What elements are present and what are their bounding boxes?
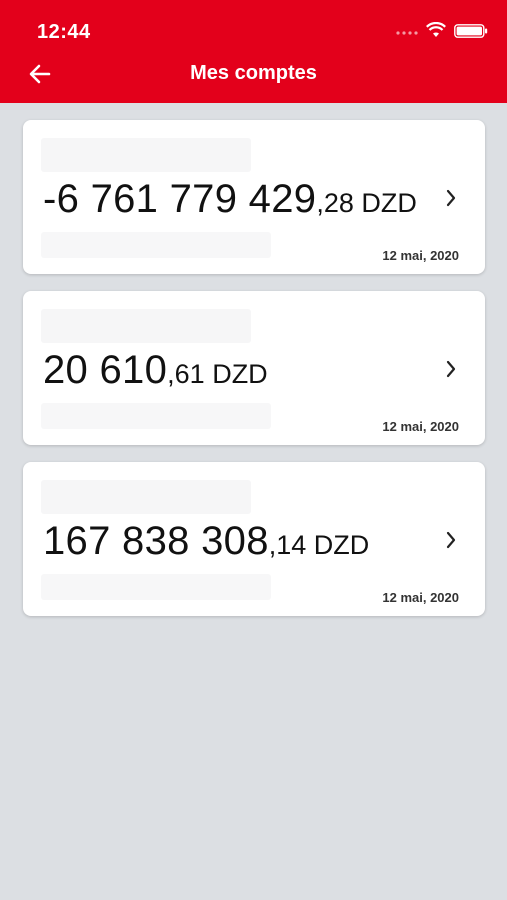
status-bar: 12:44 xyxy=(0,0,507,50)
account-card[interactable]: 167 838 308,14 DZD 12 mai, 2020 xyxy=(23,462,485,616)
balance-integer: -6 761 779 429 xyxy=(43,177,317,221)
account-balance: 20 610,61 DZD xyxy=(43,348,268,393)
account-balance: 167 838 308,14 DZD xyxy=(43,519,369,564)
wifi-icon xyxy=(426,22,446,37)
account-balance: -6 761 779 429,28 DZD xyxy=(43,177,417,222)
account-card[interactable]: 20 610,61 DZD 12 mai, 2020 xyxy=(23,291,485,445)
cellular-signal-icon xyxy=(396,31,418,35)
account-name-redacted xyxy=(41,309,251,343)
balance-integer: 20 610 xyxy=(43,348,168,392)
account-name-redacted xyxy=(41,138,251,172)
account-number-redacted xyxy=(41,574,271,600)
app-header: 12:44 Mes comptes xyxy=(0,0,507,103)
balance-decimal: ,14 DZD xyxy=(268,530,370,560)
battery-icon xyxy=(454,24,488,38)
account-date: 12 mai, 2020 xyxy=(382,590,459,605)
account-date: 12 mai, 2020 xyxy=(382,248,459,263)
balance-decimal: ,61 DZD xyxy=(167,359,268,389)
balance-decimal: ,28 DZD xyxy=(316,188,417,218)
account-number-redacted xyxy=(41,403,271,429)
account-card[interactable]: -6 761 779 429,28 DZD 12 mai, 2020 xyxy=(23,120,485,274)
balance-integer: 167 838 308 xyxy=(43,519,269,563)
account-name-redacted xyxy=(41,480,251,514)
page-title: Mes comptes xyxy=(190,62,317,84)
chevron-right-icon xyxy=(446,360,456,378)
status-time: 12:44 xyxy=(37,21,91,43)
accounts-list: -6 761 779 429,28 DZD 12 mai, 2020 20 61… xyxy=(23,120,485,633)
chevron-right-icon xyxy=(446,531,456,549)
nav-bar: Mes comptes xyxy=(0,50,507,103)
chevron-right-icon xyxy=(446,189,456,207)
account-number-redacted xyxy=(41,232,271,258)
account-date: 12 mai, 2020 xyxy=(382,419,459,434)
